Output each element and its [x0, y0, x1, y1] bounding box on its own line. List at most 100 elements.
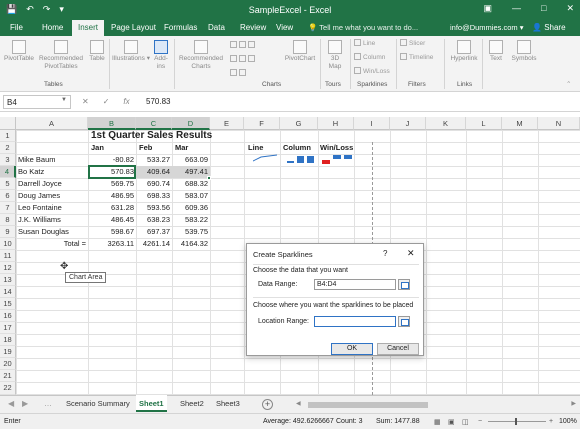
row-header-22[interactable]: 22 — [0, 382, 16, 395]
tell-me-box[interactable]: 💡 Tell me what you want to do... — [308, 23, 418, 32]
sheet-tab-scenario-summary[interactable]: Scenario Summary — [66, 399, 130, 408]
sparkline-line-button[interactable]: Line — [354, 39, 375, 47]
value-cell[interactable]: 570.83 — [88, 166, 134, 178]
pie-chart-button[interactable] — [230, 69, 248, 77]
row-header-14[interactable]: 14 — [0, 286, 16, 298]
column-header-g[interactable]: G — [280, 117, 318, 130]
ok-button[interactable]: OK — [331, 343, 373, 355]
page-break-view-icon[interactable]: ◫ — [462, 418, 469, 426]
name-box[interactable]: B4 ▼ — [3, 95, 71, 109]
row-header-12[interactable]: 12 — [0, 262, 16, 274]
row-header-3[interactable]: 3 — [0, 154, 16, 166]
value-cell[interactable]: 409.64 — [136, 166, 170, 178]
value-cell[interactable]: -80.82 — [88, 154, 134, 166]
row-header-9[interactable]: 9 — [0, 226, 16, 238]
name-cell[interactable]: Bo Katz — [18, 166, 44, 178]
tab-insert[interactable]: Insert — [72, 20, 105, 36]
zoom-slider[interactable] — [488, 421, 546, 422]
tab-formulas[interactable]: Formulas — [164, 23, 197, 32]
scroll-left-icon[interactable]: ◀ — [296, 400, 301, 407]
line-chart-button[interactable] — [230, 55, 257, 63]
row-header-15[interactable]: 15 — [0, 298, 16, 310]
prev-sheet-icon[interactable]: ◀ — [8, 399, 14, 408]
tab-home[interactable]: Home — [42, 23, 63, 32]
row-header-21[interactable]: 21 — [0, 370, 16, 382]
timeline-button[interactable]: Timeline — [400, 53, 433, 61]
column-header-k[interactable]: K — [426, 117, 466, 130]
cancel-button[interactable]: Cancel — [377, 343, 419, 355]
page-layout-view-icon[interactable]: ▣ — [448, 418, 455, 426]
name-cell[interactable]: Susan Douglas — [18, 226, 69, 238]
row-header-11[interactable]: 11 — [0, 250, 16, 262]
location-range-input[interactable] — [314, 316, 396, 327]
value-cell[interactable]: 638.23 — [136, 214, 170, 226]
value-cell[interactable]: 609.36 — [172, 202, 208, 214]
ribbon-display-icon[interactable]: ▣ — [484, 3, 493, 14]
sheet-tab-sheet3[interactable]: Sheet3 — [216, 399, 240, 408]
data-range-input[interactable]: B4:D4 — [314, 279, 396, 290]
collapse-ribbon-icon[interactable]: ⌃ — [566, 80, 571, 88]
symbols-button[interactable]: Symbols — [509, 40, 539, 63]
text-button[interactable]: Text — [485, 40, 507, 63]
slicer-button[interactable]: Slicer — [400, 39, 425, 47]
sparkline-winloss-button[interactable]: Win/Loss — [354, 67, 390, 75]
row-header-17[interactable]: 17 — [0, 322, 16, 334]
name-box-dropdown-icon[interactable]: ▼ — [61, 97, 67, 103]
maximize-icon[interactable]: □ — [541, 3, 546, 14]
horizontal-scrollbar[interactable]: ◀ ▶ — [296, 401, 576, 409]
location-range-picker-icon[interactable] — [398, 316, 410, 327]
column-chart-button[interactable] — [230, 41, 257, 49]
table-button[interactable]: Table — [87, 40, 107, 63]
value-cell[interactable]: 598.67 — [88, 226, 134, 238]
hyperlink-button[interactable]: Hyperlink — [447, 40, 481, 63]
row-header-1[interactable]: 1 — [0, 130, 16, 142]
formula-input[interactable]: 570.83 — [146, 97, 170, 106]
value-cell[interactable]: 569.75 — [88, 178, 134, 190]
column-header-m[interactable]: M — [502, 117, 538, 130]
column-header-i[interactable]: I — [354, 117, 390, 130]
name-cell[interactable]: J.K. Williams — [18, 214, 61, 226]
sheet-title-cell[interactable]: 1st Quarter Sales Results — [91, 129, 212, 142]
row-header-16[interactable]: 16 — [0, 310, 16, 322]
zoom-slider-thumb[interactable] — [515, 418, 517, 425]
tab-file[interactable]: File — [10, 23, 23, 32]
zoom-out-icon[interactable]: − — [478, 418, 482, 425]
close-icon[interactable]: ✕ — [566, 3, 574, 14]
total-cell[interactable]: 3263.11 — [88, 238, 134, 250]
3d-map-button[interactable]: 3D Map — [324, 40, 346, 71]
illustrations-button[interactable]: Illustrations ▾ — [112, 40, 150, 63]
sheet-tab-sheet1[interactable]: Sheet1 — [136, 395, 167, 412]
insert-function-icon[interactable]: fx — [123, 97, 129, 106]
header-mar[interactable]: Mar — [175, 142, 188, 154]
value-cell[interactable]: 593.56 — [136, 202, 170, 214]
row-header-18[interactable]: 18 — [0, 334, 16, 346]
more-sheets-icon[interactable]: … — [44, 399, 52, 408]
value-cell[interactable]: 486.45 — [88, 214, 134, 226]
value-cell[interactable]: 539.75 — [172, 226, 208, 238]
row-header-7[interactable]: 7 — [0, 202, 16, 214]
addins-button[interactable]: Add-ins — [150, 40, 172, 71]
row-header-13[interactable]: 13 — [0, 274, 16, 286]
minimize-icon[interactable]: — — [512, 3, 521, 14]
row-header-6[interactable]: 6 — [0, 190, 16, 202]
value-cell[interactable]: 697.37 — [136, 226, 170, 238]
total-cell[interactable]: 4164.32 — [172, 238, 208, 250]
tab-page-layout[interactable]: Page Layout — [111, 23, 156, 32]
value-cell[interactable]: 690.74 — [136, 178, 170, 190]
value-cell[interactable]: 583.22 — [172, 214, 208, 226]
help-icon[interactable]: ? — [383, 249, 387, 258]
column-header-l[interactable]: L — [466, 117, 502, 130]
zoom-in-icon[interactable]: + — [549, 418, 553, 425]
sum-readout[interactable]: Sum: 1477.88 — [376, 418, 420, 425]
sparkline-column-button[interactable]: Column — [354, 53, 385, 61]
header-feb[interactable]: Feb — [139, 142, 152, 154]
tab-review[interactable]: Review — [240, 23, 266, 32]
value-cell[interactable]: 688.32 — [172, 178, 208, 190]
add-sheet-icon[interactable]: + — [262, 399, 273, 410]
name-cell[interactable]: Leo Fontaine — [18, 202, 62, 214]
cancel-entry-icon[interactable]: ✕ — [82, 97, 89, 106]
pivotchart-button[interactable]: PivotChart — [282, 40, 318, 63]
column-header-n[interactable]: N — [538, 117, 580, 130]
confirm-entry-icon[interactable]: ✓ — [103, 97, 110, 106]
row-header-5[interactable]: 5 — [0, 178, 16, 190]
